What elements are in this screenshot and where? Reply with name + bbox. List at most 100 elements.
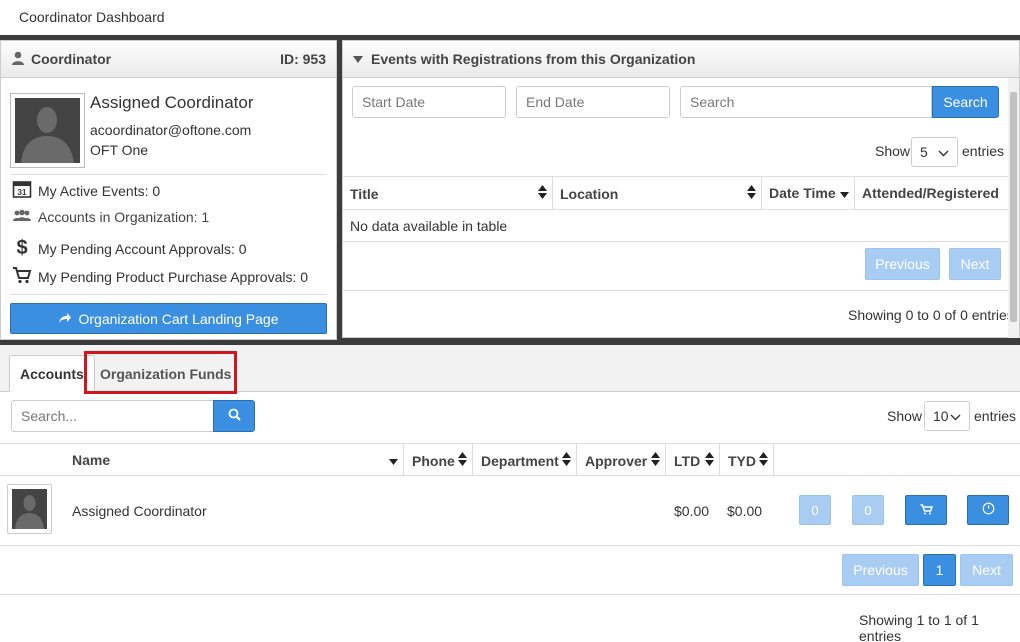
- events-scrollbar[interactable]: [1008, 78, 1019, 338]
- org-cart-landing-label: Organization Cart Landing Page: [78, 310, 279, 327]
- accounts-entries-value: 10: [933, 408, 949, 424]
- sort-desc-icon: [389, 452, 398, 468]
- caret-down-icon: [353, 51, 363, 67]
- accounts-next-button[interactable]: Next: [960, 554, 1013, 586]
- account-tyd: $0.00: [727, 503, 763, 519]
- coordinator-panel-title: Coordinator: [31, 51, 112, 67]
- dashboard-button[interactable]: [967, 495, 1009, 525]
- sort-icon: [759, 452, 768, 469]
- avatar: [10, 93, 85, 168]
- gauge-icon: [982, 502, 995, 518]
- col-divider: [761, 177, 762, 209]
- sort-icon: [538, 185, 547, 202]
- col-ltd[interactable]: LTD: [674, 452, 714, 469]
- col-tyd-label: TYD: [728, 452, 756, 469]
- col-date-time-label: Date Time: [769, 185, 836, 201]
- coordinator-panel-header: Coordinator ID: 953: [1, 41, 336, 78]
- col-attended-label: Attended/Registered: [862, 185, 999, 201]
- end-date-placeholder: End Date: [526, 94, 585, 110]
- events-empty-text: No data available in table: [350, 218, 508, 234]
- account-ltd: $0.00: [674, 503, 710, 519]
- events-panel: Events with Registrations from this Orga…: [342, 40, 1020, 338]
- start-date-input[interactable]: Start Date: [352, 86, 506, 118]
- table-border: [343, 241, 1009, 242]
- col-divider: [472, 444, 473, 476]
- accounts-search-input[interactable]: Search...: [11, 400, 214, 432]
- col-location[interactable]: Location: [560, 185, 756, 202]
- users-icon: [11, 208, 33, 225]
- col-tyd[interactable]: TYD: [728, 452, 768, 469]
- accounts-info: Showing 1 to 1 of 1 entries: [859, 612, 979, 642]
- lower-section: Accounts Organization Funds Search... Sh…: [0, 345, 1020, 642]
- col-phone-label: Phone: [412, 452, 455, 469]
- accounts-entries-label: entries: [974, 408, 1017, 424]
- accounts-show-label: Show: [887, 408, 923, 424]
- stat-accounts-in-org[interactable]: Accounts in Organization: 1: [11, 208, 209, 225]
- stat-label: My Pending Account Approvals: 0: [38, 240, 247, 257]
- stat-label: My Pending Product Purchase Approvals: 0: [38, 268, 309, 285]
- col-phone[interactable]: Phone: [412, 452, 467, 469]
- search-icon: [228, 408, 241, 424]
- account-name[interactable]: Assigned Coordinator: [72, 503, 207, 519]
- events-search-button[interactable]: Search: [932, 86, 999, 118]
- col-divider: [773, 444, 774, 476]
- svg-text:31: 31: [18, 188, 27, 197]
- user-icon: [11, 51, 25, 68]
- table-border: [0, 475, 1020, 476]
- count-button-b[interactable]: 0: [852, 495, 884, 525]
- stat-label: Accounts in Organization: 1: [38, 208, 210, 225]
- events-panel-title: Events with Registrations from this Orga…: [371, 51, 696, 67]
- accounts-search-placeholder: Search...: [21, 408, 78, 424]
- org-cart-landing-button[interactable]: Organization Cart Landing Page: [10, 303, 327, 334]
- col-divider: [665, 444, 666, 476]
- sort-desc-icon: [840, 185, 849, 201]
- scrollbar-thumb[interactable]: [1010, 92, 1017, 322]
- col-attended-registered[interactable]: Attended/Registered: [862, 185, 999, 201]
- sort-icon: [458, 452, 467, 469]
- stat-pending-product-approvals[interactable]: My Pending Product Purchase Approvals: 0: [11, 266, 308, 287]
- events-entries-select[interactable]: 5: [911, 137, 958, 167]
- accounts-previous-button[interactable]: Previous: [842, 554, 919, 586]
- events-next-button[interactable]: Next: [949, 248, 1001, 280]
- sort-icon: [705, 452, 714, 469]
- col-date-time[interactable]: Date Time: [769, 185, 849, 201]
- events-previous-button[interactable]: Previous: [865, 248, 940, 280]
- calendar-icon: 31: [11, 179, 33, 202]
- stat-pending-account-approvals[interactable]: $ My Pending Account Approvals: 0: [11, 237, 247, 260]
- col-approver[interactable]: Approver: [585, 452, 660, 469]
- stat-active-events[interactable]: 31 My Active Events: 0: [11, 179, 160, 202]
- tab-accounts[interactable]: Accounts: [9, 355, 95, 392]
- events-entries-value: 5: [920, 144, 928, 160]
- table-border: [0, 443, 1020, 444]
- col-title-label: Title: [350, 185, 379, 202]
- chevron-down-icon: [938, 144, 949, 160]
- col-divider: [403, 444, 404, 476]
- upper-section: Coordinator ID: 953 Assigned Coordinator…: [0, 35, 1020, 345]
- col-divider: [552, 177, 553, 209]
- page-1-button[interactable]: 1: [923, 554, 956, 586]
- col-name[interactable]: Name: [72, 452, 398, 468]
- end-date-input[interactable]: End Date: [516, 86, 670, 118]
- events-search-input[interactable]: Search: [680, 86, 932, 118]
- col-department[interactable]: Department: [481, 452, 571, 469]
- divider: [10, 294, 327, 295]
- accounts-entries-select[interactable]: 10: [924, 401, 970, 431]
- sort-icon: [651, 452, 660, 469]
- events-entries-label: entries: [962, 143, 1005, 159]
- coordinator-email: acoordinator@oftone.com: [90, 122, 252, 138]
- events-panel-header[interactable]: Events with Registrations from this Orga…: [343, 41, 1019, 78]
- cart-icon: [11, 266, 33, 287]
- accounts-search-button[interactable]: [213, 400, 255, 432]
- cart-button[interactable]: [905, 495, 947, 525]
- col-department-label: Department: [481, 452, 559, 469]
- chevron-down-icon: [950, 408, 961, 424]
- table-border: [343, 176, 1009, 177]
- col-divider: [719, 444, 720, 476]
- count-button-a[interactable]: 0: [799, 495, 831, 525]
- col-title[interactable]: Title: [350, 185, 547, 202]
- table-border: [343, 209, 1009, 210]
- coordinator-id: ID: 953: [280, 51, 326, 67]
- stat-label: My Active Events: 0: [38, 182, 161, 199]
- col-divider: [854, 177, 855, 209]
- person-silhouette-icon: [21, 107, 74, 163]
